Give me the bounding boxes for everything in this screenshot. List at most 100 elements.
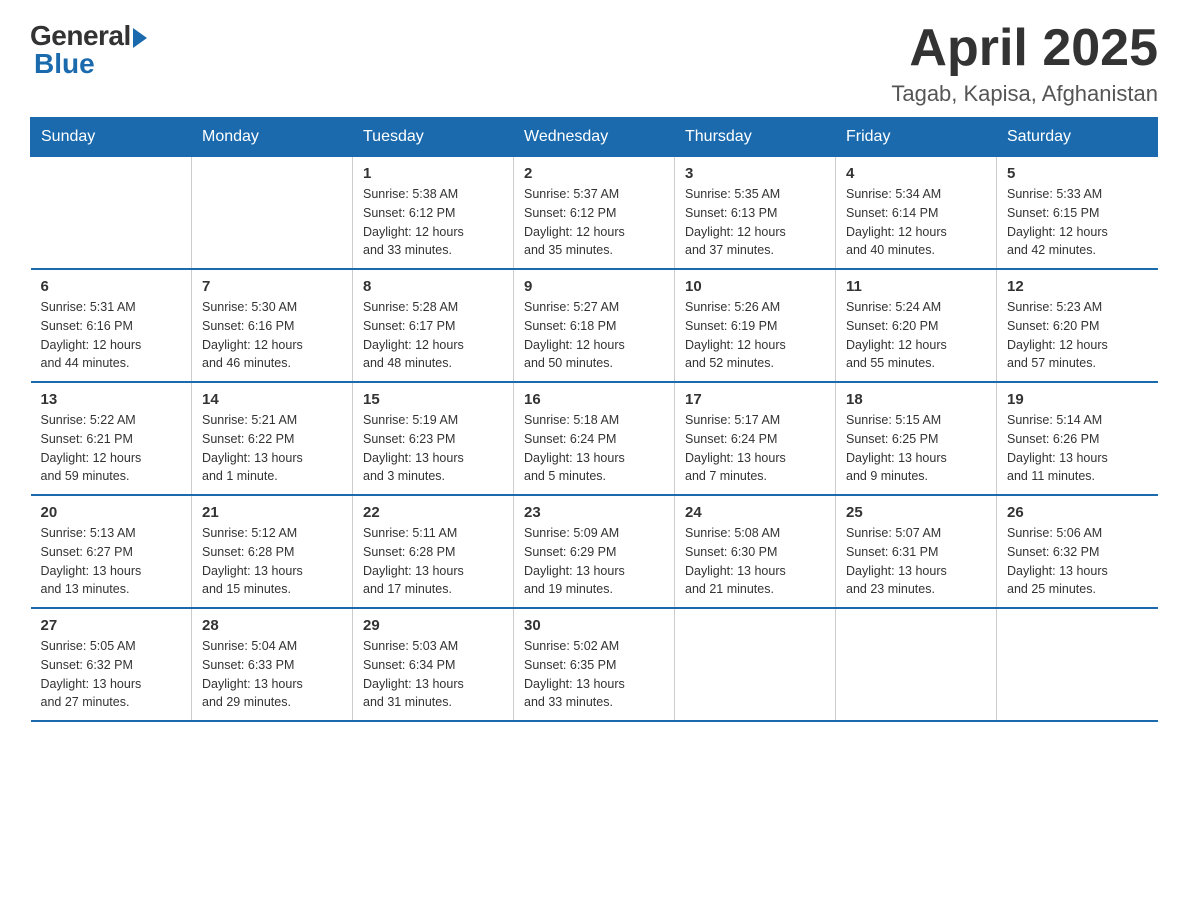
- day-detail: Sunrise: 5:02 AMSunset: 6:35 PMDaylight:…: [524, 637, 664, 712]
- calendar-cell: 16 Sunrise: 5:18 AMSunset: 6:24 PMDayligh…: [514, 382, 675, 495]
- day-detail: Sunrise: 5:15 AMSunset: 6:25 PMDaylight:…: [846, 411, 986, 486]
- calendar-cell: 24 Sunrise: 5:08 AMSunset: 6:30 PMDayligh…: [675, 495, 836, 608]
- day-number: 27: [41, 617, 182, 634]
- day-detail: Sunrise: 5:14 AMSunset: 6:26 PMDaylight:…: [1007, 411, 1148, 486]
- day-detail: Sunrise: 5:12 AMSunset: 6:28 PMDaylight:…: [202, 524, 342, 599]
- calendar-cell: 18Sunrise: 5:15 AMSunset: 6:25 PMDayligh…: [836, 382, 997, 495]
- calendar-cell: 2 Sunrise: 5:37 AMSunset: 6:12 PMDaylight…: [514, 157, 675, 270]
- day-number: 17: [685, 391, 825, 408]
- calendar-cell: 8 Sunrise: 5:28 AMSunset: 6:17 PMDaylight…: [353, 269, 514, 382]
- week-row-5: 27 Sunrise: 5:05 AMSunset: 6:32 PMDayligh…: [31, 608, 1158, 721]
- day-number: 11: [846, 278, 986, 295]
- day-number: 14: [202, 391, 342, 408]
- week-row-3: 13 Sunrise: 5:22 AMSunset: 6:21 PMDayligh…: [31, 382, 1158, 495]
- day-number: 24: [685, 504, 825, 521]
- day-detail: Sunrise: 5:26 AMSunset: 6:19 PMDaylight:…: [685, 298, 825, 373]
- logo-arrow-icon: [133, 28, 147, 48]
- calendar-cell: 9 Sunrise: 5:27 AMSunset: 6:18 PMDaylight…: [514, 269, 675, 382]
- day-detail: Sunrise: 5:38 AMSunset: 6:12 PMDaylight:…: [363, 185, 503, 260]
- calendar-cell: 23 Sunrise: 5:09 AMSunset: 6:29 PMDayligh…: [514, 495, 675, 608]
- calendar-cell: 29Sunrise: 5:03 AMSunset: 6:34 PMDayligh…: [353, 608, 514, 721]
- day-number: 30: [524, 617, 664, 634]
- day-detail: Sunrise: 5:05 AMSunset: 6:32 PMDaylight:…: [41, 637, 182, 712]
- calendar-cell: [192, 157, 353, 270]
- location-title: Tagab, Kapisa, Afghanistan: [891, 81, 1158, 107]
- day-detail: Sunrise: 5:23 AMSunset: 6:20 PMDaylight:…: [1007, 298, 1148, 373]
- header-saturday: Saturday: [997, 118, 1158, 157]
- calendar-cell: 20 Sunrise: 5:13 AMSunset: 6:27 PMDayligh…: [31, 495, 192, 608]
- day-detail: Sunrise: 5:09 AMSunset: 6:29 PMDaylight:…: [524, 524, 664, 599]
- day-number: 28: [202, 617, 342, 634]
- calendar-cell: [675, 608, 836, 721]
- day-number: 26: [1007, 504, 1148, 521]
- day-number: 13: [41, 391, 182, 408]
- day-detail: Sunrise: 5:03 AMSunset: 6:34 PMDaylight:…: [363, 637, 503, 712]
- calendar-cell: 13 Sunrise: 5:22 AMSunset: 6:21 PMDayligh…: [31, 382, 192, 495]
- day-number: 23: [524, 504, 664, 521]
- calendar-cell: 7 Sunrise: 5:30 AMSunset: 6:16 PMDaylight…: [192, 269, 353, 382]
- calendar-cell: 17 Sunrise: 5:17 AMSunset: 6:24 PMDayligh…: [675, 382, 836, 495]
- calendar-cell: [31, 157, 192, 270]
- calendar-cell: 14 Sunrise: 5:21 AMSunset: 6:22 PMDayligh…: [192, 382, 353, 495]
- calendar-cell: 5 Sunrise: 5:33 AMSunset: 6:15 PMDaylight…: [997, 157, 1158, 270]
- day-detail: Sunrise: 5:07 AMSunset: 6:31 PMDaylight:…: [846, 524, 986, 599]
- day-number: 25: [846, 504, 986, 521]
- day-number: 19: [1007, 391, 1148, 408]
- calendar-cell: 1 Sunrise: 5:38 AMSunset: 6:12 PMDaylight…: [353, 157, 514, 270]
- header-monday: Monday: [192, 118, 353, 157]
- header-sunday: Sunday: [31, 118, 192, 157]
- calendar-cell: 12 Sunrise: 5:23 AMSunset: 6:20 PMDayligh…: [997, 269, 1158, 382]
- day-detail: Sunrise: 5:31 AMSunset: 6:16 PMDaylight:…: [41, 298, 182, 373]
- calendar-cell: 25 Sunrise: 5:07 AMSunset: 6:31 PMDayligh…: [836, 495, 997, 608]
- day-detail: Sunrise: 5:06 AMSunset: 6:32 PMDaylight:…: [1007, 524, 1148, 599]
- day-number: 4: [846, 165, 986, 182]
- day-number: 5: [1007, 165, 1148, 182]
- day-number: 12: [1007, 278, 1148, 295]
- day-detail: Sunrise: 5:04 AMSunset: 6:33 PMDaylight:…: [202, 637, 342, 712]
- day-detail: Sunrise: 5:13 AMSunset: 6:27 PMDaylight:…: [41, 524, 182, 599]
- calendar-cell: 11 Sunrise: 5:24 AMSunset: 6:20 PMDayligh…: [836, 269, 997, 382]
- calendar-cell: 15Sunrise: 5:19 AMSunset: 6:23 PMDayligh…: [353, 382, 514, 495]
- header-tuesday: Tuesday: [353, 118, 514, 157]
- day-detail: Sunrise: 5:28 AMSunset: 6:17 PMDaylight:…: [363, 298, 503, 373]
- day-detail: Sunrise: 5:18 AMSunset: 6:24 PMDaylight:…: [524, 411, 664, 486]
- day-number: 7: [202, 278, 342, 295]
- logo: General Blue: [30, 20, 147, 80]
- day-detail: Sunrise: 5:30 AMSunset: 6:16 PMDaylight:…: [202, 298, 342, 373]
- header-row: SundayMondayTuesdayWednesdayThursdayFrid…: [31, 118, 1158, 157]
- day-detail: Sunrise: 5:35 AMSunset: 6:13 PMDaylight:…: [685, 185, 825, 260]
- calendar-cell: [836, 608, 997, 721]
- day-number: 20: [41, 504, 182, 521]
- calendar-cell: 19 Sunrise: 5:14 AMSunset: 6:26 PMDayligh…: [997, 382, 1158, 495]
- day-detail: Sunrise: 5:22 AMSunset: 6:21 PMDaylight:…: [41, 411, 182, 486]
- day-number: 1: [363, 165, 503, 182]
- day-detail: Sunrise: 5:17 AMSunset: 6:24 PMDaylight:…: [685, 411, 825, 486]
- calendar-table: SundayMondayTuesdayWednesdayThursdayFrid…: [30, 117, 1158, 722]
- day-number: 2: [524, 165, 664, 182]
- calendar-cell: 27 Sunrise: 5:05 AMSunset: 6:32 PMDayligh…: [31, 608, 192, 721]
- day-number: 16: [524, 391, 664, 408]
- day-number: 22: [363, 504, 503, 521]
- calendar-cell: 26 Sunrise: 5:06 AMSunset: 6:32 PMDayligh…: [997, 495, 1158, 608]
- day-number: 8: [363, 278, 503, 295]
- day-detail: Sunrise: 5:33 AMSunset: 6:15 PMDaylight:…: [1007, 185, 1148, 260]
- calendar-cell: 3Sunrise: 5:35 AMSunset: 6:13 PMDaylight…: [675, 157, 836, 270]
- day-detail: Sunrise: 5:21 AMSunset: 6:22 PMDaylight:…: [202, 411, 342, 486]
- day-number: 9: [524, 278, 664, 295]
- day-number: 10: [685, 278, 825, 295]
- day-number: 6: [41, 278, 182, 295]
- day-number: 15: [363, 391, 503, 408]
- day-detail: Sunrise: 5:11 AMSunset: 6:28 PMDaylight:…: [363, 524, 503, 599]
- logo-blue-text: Blue: [34, 48, 95, 80]
- header-wednesday: Wednesday: [514, 118, 675, 157]
- day-detail: Sunrise: 5:27 AMSunset: 6:18 PMDaylight:…: [524, 298, 664, 373]
- day-number: 21: [202, 504, 342, 521]
- week-row-1: 1 Sunrise: 5:38 AMSunset: 6:12 PMDaylight…: [31, 157, 1158, 270]
- day-detail: Sunrise: 5:08 AMSunset: 6:30 PMDaylight:…: [685, 524, 825, 599]
- calendar-header: SundayMondayTuesdayWednesdayThursdayFrid…: [31, 118, 1158, 157]
- header-thursday: Thursday: [675, 118, 836, 157]
- day-detail: Sunrise: 5:24 AMSunset: 6:20 PMDaylight:…: [846, 298, 986, 373]
- header-friday: Friday: [836, 118, 997, 157]
- day-detail: Sunrise: 5:37 AMSunset: 6:12 PMDaylight:…: [524, 185, 664, 260]
- calendar-cell: 4Sunrise: 5:34 AMSunset: 6:14 PMDaylight…: [836, 157, 997, 270]
